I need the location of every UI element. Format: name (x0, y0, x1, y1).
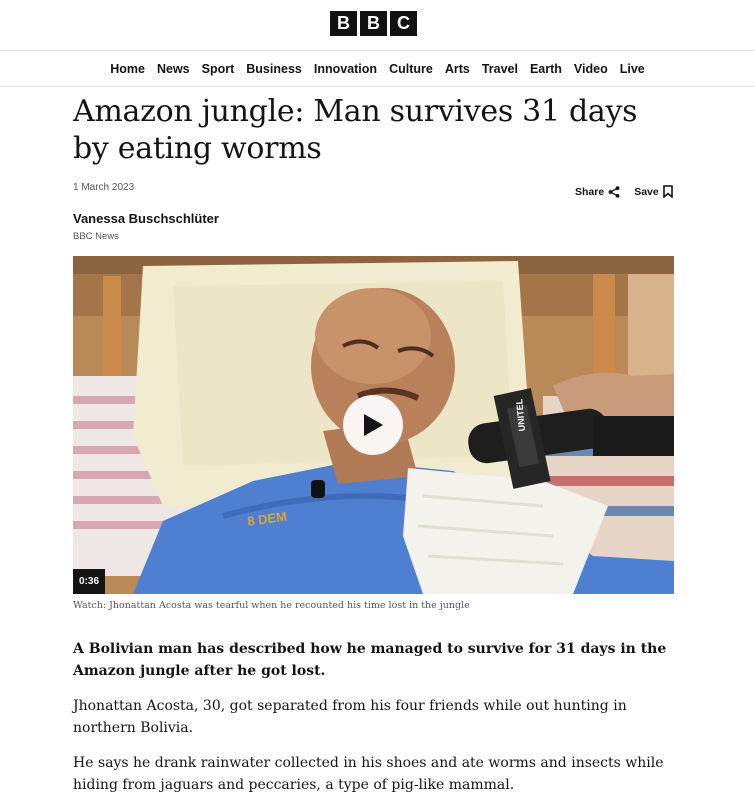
nav-item-earth[interactable]: Earth (524, 52, 568, 87)
nav-item-business[interactable]: Business (240, 52, 308, 87)
site-header: B B C (0, 0, 755, 51)
nav-item-arts[interactable]: Arts (439, 52, 476, 87)
play-icon (364, 414, 383, 436)
article-date: 1 March 2023 (73, 182, 135, 193)
nav-item-home[interactable]: Home (104, 52, 151, 87)
share-icon (608, 185, 620, 198)
bbc-logo-letter: B (330, 11, 357, 36)
nav-item-live[interactable]: Live (614, 52, 651, 87)
play-button[interactable] (343, 395, 403, 455)
article-actions: Share Save (575, 185, 673, 198)
bbc-logo-letter: C (390, 11, 417, 36)
author-organisation: BBC News (73, 231, 119, 242)
nav-item-innovation[interactable]: Innovation (308, 52, 383, 87)
video-player[interactable]: 8 DEM UNITEL 0:36 (73, 256, 674, 594)
save-label: Save (634, 185, 659, 198)
nav-item-sport[interactable]: Sport (196, 52, 241, 87)
save-button[interactable]: Save (634, 185, 673, 198)
article-intro: A Bolivian man has described how he mana… (73, 641, 667, 679)
article-paragraph: He says he drank rainwater collected in … (73, 755, 664, 793)
main-nav: Home News Sport Business Innovation Cult… (0, 52, 755, 87)
article-headline: Amazon jungle: Man survives 31 days by e… (73, 94, 638, 166)
bbc-logo-letter: B (360, 11, 387, 36)
video-caption: Watch: Jhonattan Acosta was tearful when… (73, 600, 470, 611)
share-button[interactable]: Share (575, 186, 620, 198)
nav-item-culture[interactable]: Culture (383, 52, 439, 87)
nav-item-news[interactable]: News (151, 52, 196, 87)
bbc-logo[interactable]: B B C (330, 11, 417, 36)
share-label: Share (575, 185, 605, 198)
video-duration: 0:36 (73, 569, 106, 594)
article-paragraph: Jhonattan Acosta, 30, got separated from… (73, 698, 627, 736)
nav-item-travel[interactable]: Travel (476, 52, 524, 87)
nav-item-video[interactable]: Video (568, 52, 614, 87)
author-name[interactable]: Vanessa Buschschlüter (73, 211, 219, 226)
bookmark-icon (662, 185, 673, 198)
